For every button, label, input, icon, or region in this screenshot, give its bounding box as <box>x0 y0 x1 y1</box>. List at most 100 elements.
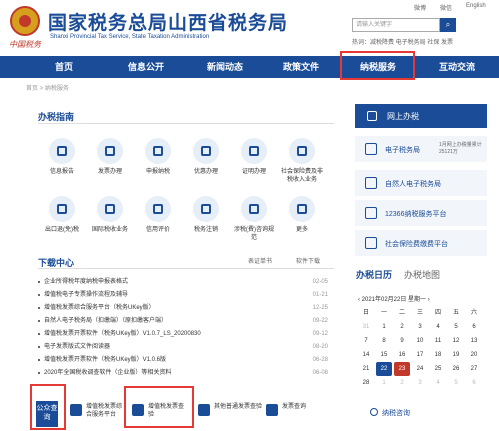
english-link[interactable]: English <box>466 3 486 9</box>
calendar-day[interactable]: 4 <box>430 320 446 334</box>
calendar-day[interactable]: 28 <box>358 376 374 390</box>
online-tax-button[interactable]: 网上办税 <box>355 104 487 128</box>
nav-home[interactable]: 首页 <box>30 56 98 78</box>
weekday-label: 日 <box>362 310 369 316</box>
calendar-day[interactable]: 6 <box>466 376 482 390</box>
tab-tax-calendar[interactable]: 办税日历 <box>356 268 392 281</box>
highlight-vat-verify <box>124 386 194 428</box>
calendar-day[interactable]: 5 <box>448 376 464 390</box>
nav-interaction[interactable]: 互动交流 <box>418 56 496 78</box>
list-item[interactable]: 增值税发票综合服务平台（税务UKey版） 12-25 <box>38 302 328 314</box>
hot-words[interactable]: 热词：减税降费 电子税务局 社保 发票 <box>352 37 453 46</box>
tab-tax-map[interactable]: 办税地图 <box>404 268 440 281</box>
nav-policy[interactable]: 政策文件 <box>264 56 338 78</box>
svc-declare[interactable]: 申报纳税 <box>136 138 180 176</box>
search-input[interactable]: 请输入关键字 <box>352 18 440 32</box>
other-invoice-verify-link[interactable]: 其他普通发票查验 <box>198 400 262 422</box>
list-item[interactable]: 增值税发票开票软件（税务UKey版）V1.0.6版 06-28 <box>38 354 328 366</box>
svc-credit[interactable]: 信用评价 <box>136 196 180 234</box>
calendar-day[interactable]: 3 <box>412 320 428 334</box>
list-item[interactable]: 自然人电子税务局（扣缴端）（原扣缴客户端） 09-22 <box>38 315 328 327</box>
tab-software[interactable]: 软件下载 <box>296 256 320 265</box>
calendar-day[interactable]: 24 <box>412 362 428 376</box>
calendar-day[interactable]: 3 <box>412 376 428 390</box>
calendar-day[interactable]: 5 <box>448 320 464 334</box>
calendar-day[interactable]: 2 <box>394 376 410 390</box>
calendar-day[interactable]: 18 <box>430 348 446 362</box>
list-item[interactable]: 企业所得税年度纳税申报表格式 02-05 <box>38 276 328 288</box>
calendar-day[interactable]: 20 <box>466 348 482 362</box>
vat-platform-link[interactable]: 增值税发票综合服务平台 <box>70 400 126 422</box>
svc-info-report[interactable]: 信息报告 <box>40 138 84 176</box>
tax-emblem-icon <box>10 6 40 36</box>
calendar-day[interactable]: 26 <box>448 362 464 376</box>
svc-international[interactable]: 国际税收业务 <box>88 196 132 234</box>
calendar-day[interactable]: 12 <box>448 334 464 348</box>
list-item[interactable]: 电子发票版式文件阅读器 08-20 <box>38 341 328 353</box>
svc-preferential[interactable]: 优惠办理 <box>184 138 228 176</box>
calendar-day[interactable]: 11 <box>430 334 446 348</box>
calendar-day-selected[interactable]: 22 <box>376 362 392 376</box>
calendar-day[interactable]: 19 <box>448 348 464 362</box>
site-subtitle: Shanxi Provincial Tax Service, State Tax… <box>50 34 210 40</box>
svc-deregister[interactable]: 税务注销 <box>184 196 228 234</box>
calendar-day[interactable]: 7 <box>358 334 374 348</box>
deregister-icon <box>193 196 219 222</box>
calendar-day[interactable]: 1 <box>376 376 392 390</box>
vat-platform-icon <box>70 404 82 416</box>
svc-invoice[interactable]: 发票办理 <box>88 138 132 176</box>
nav-info-public[interactable]: 信息公开 <box>106 56 186 78</box>
tax-consult-link[interactable]: 纳税咨询 <box>382 408 410 418</box>
calendar-day[interactable]: 31 <box>358 320 374 334</box>
calendar-day[interactable]: 10 <box>412 334 428 348</box>
calendar-day-deadline[interactable]: 23 <box>394 362 410 376</box>
consult-icon <box>370 408 378 416</box>
social-insurance-platform-link[interactable]: 社会保险费缴费平台 <box>355 230 487 256</box>
invoice-query-link[interactable]: 发票查询 <box>266 400 326 422</box>
wechat-link[interactable]: 微信 <box>440 3 452 12</box>
svc-consult-norms[interactable]: 涉税(費)咨询规范 <box>232 196 276 242</box>
tab-forms[interactable]: 表证单书 <box>248 256 272 265</box>
calendar-day[interactable]: 1 <box>376 320 392 334</box>
calendar-day[interactable]: 9 <box>394 334 410 348</box>
e-tax-bureau-link[interactable]: 电子税务局 1月网上办税量累计25121万 <box>355 136 487 162</box>
search-icon[interactable]: ⌕ <box>440 18 456 32</box>
svc-certificate[interactable]: 证明办理 <box>232 138 276 176</box>
svc-more[interactable]: 更多 <box>280 196 324 234</box>
other-invoice-icon <box>198 404 210 416</box>
nav-news[interactable]: 新闻动态 <box>186 56 264 78</box>
e-tax-icon <box>365 143 377 155</box>
divider <box>38 268 334 269</box>
calendar-day[interactable]: 27 <box>466 362 482 376</box>
info-report-icon <box>49 138 75 164</box>
weekday-label: 六 <box>470 310 477 316</box>
list-item[interactable]: 2020年全国税收调查软件（企业版）等相关资料 06-08 <box>38 367 328 379</box>
site-title[interactable]: 国家税务总局山西省税务局 <box>48 8 288 35</box>
svc-export-refund[interactable]: 出口退(免)税 <box>40 196 84 234</box>
calendar-day[interactable]: 13 <box>466 334 482 348</box>
natural-person-tax-link[interactable]: 自然人电子税务局 <box>355 170 487 196</box>
calendar-day[interactable]: 25 <box>430 362 446 376</box>
declare-icon <box>145 138 171 164</box>
calendar-day[interactable]: 2 <box>394 320 410 334</box>
invoice-query-icon <box>266 404 278 416</box>
calendar-day[interactable]: 21 <box>358 362 374 376</box>
calendar-day[interactable]: 17 <box>412 348 428 362</box>
calendar-header[interactable]: ‹ 2021年02月22日 星期一 › <box>358 294 430 303</box>
calendar-day[interactable]: 4 <box>430 376 446 390</box>
weekday-label: 三 <box>416 310 423 316</box>
list-item[interactable]: 增值税电子专票操作流程及辅导 01-21 <box>38 289 328 301</box>
calendar-day[interactable]: 15 <box>376 348 392 362</box>
calendar-day[interactable]: 6 <box>466 320 482 334</box>
breadcrumb[interactable]: 首页 > 纳税服务 <box>26 83 69 92</box>
calendar-day[interactable]: 8 <box>376 334 392 348</box>
weibo-link[interactable]: 微博 <box>414 3 426 12</box>
service-12366-link[interactable]: 12366纳税服务平台 <box>355 200 487 226</box>
weekday-label: 四 <box>434 310 441 316</box>
guide-title: 办税指南 <box>38 112 75 122</box>
list-item[interactable]: 增值税发票开票软件（税务UKey版）V1.0.7_LS_20200830 09-1… <box>38 328 328 340</box>
calendar-day[interactable]: 16 <box>394 348 410 362</box>
credit-icon <box>145 196 171 222</box>
calendar-day[interactable]: 14 <box>358 348 374 362</box>
svc-social-insurance[interactable]: 社会保险费及非税收入业务 <box>280 138 324 184</box>
